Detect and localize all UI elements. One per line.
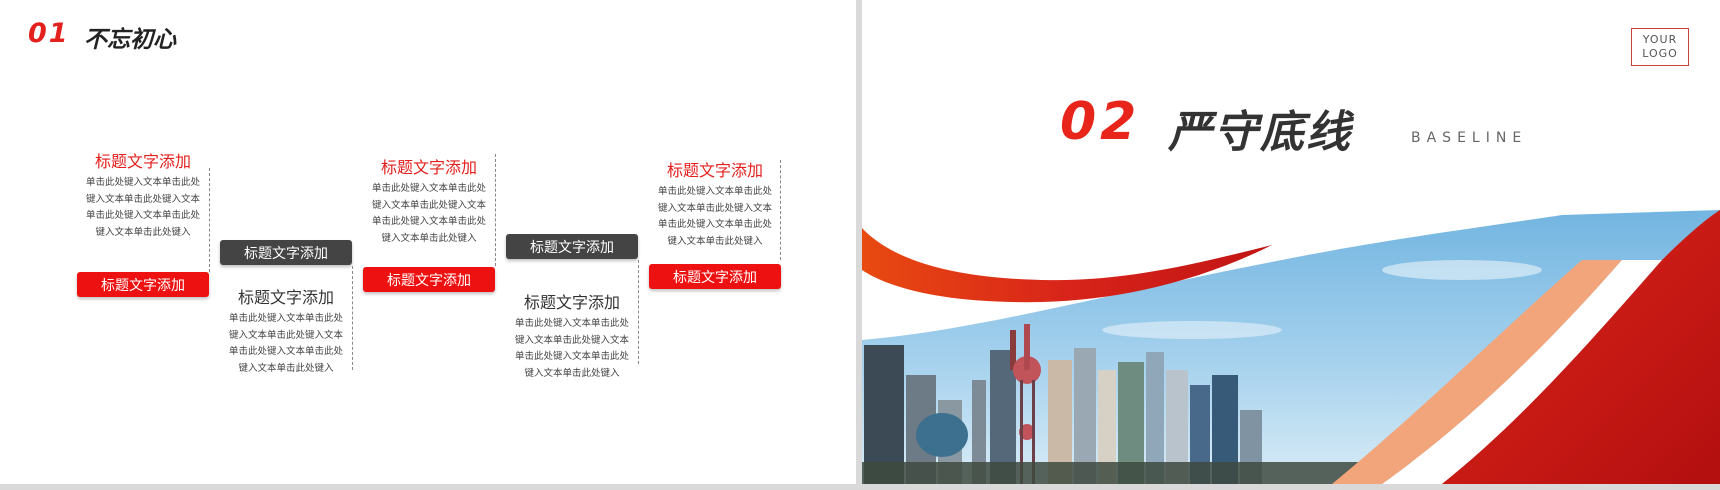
timeline-item-1: 标题文字添加 单击此处键入文本单击此处 键入文本单击此处键入文本 单击此处键入文本… [77, 148, 209, 241]
timeline-item-3: 标题文字添加 单击此处键入文本单击此处 键入文本单击此处键入文本 单击此处键入文本… [363, 154, 495, 247]
slide-hold-the-baseline: YOUR LOGO 02 严守底线 BASELINE [862, 0, 1720, 484]
pill-label-2: 标题文字添加 [220, 240, 352, 265]
pill-label-5: 标题文字添加 [649, 264, 781, 289]
slide-not-forget-original-intention: 01 不忘初心 标题文字添加 单击此处键入文本单击此处 键入文本单击此处键入文本 … [0, 0, 856, 484]
item-heading: 标题文字添加 [94, 152, 191, 171]
section-number: 02 [1060, 92, 1141, 152]
section-number: 01 [28, 18, 70, 49]
skyline-decoration [862, 210, 1720, 484]
city-skyline-image [862, 210, 1720, 484]
dashed-divider [780, 160, 781, 260]
section-title: 不忘初心 [84, 27, 176, 53]
pill-label-4: 标题文字添加 [506, 234, 638, 259]
item-description: 单击此处键入文本单击此处 键入文本单击此处键入文本 单击此处键入文本单击此处 键入文… [228, 313, 343, 374]
item-description: 单击此处键入文本单击此处 键入文本单击此处键入文本 单击此处键入文本单击此处 键入文… [85, 177, 200, 238]
pill-label-3: 标题文字添加 [363, 267, 495, 292]
pill-label-1: 标题文字添加 [77, 272, 209, 297]
item-description: 单击此处键入文本单击此处 键入文本单击此处键入文本 单击此处键入文本单击此处 键入文… [514, 318, 629, 379]
dashed-divider [352, 266, 353, 370]
item-heading: 标题文字添加 [523, 293, 620, 312]
item-heading: 标题文字添加 [237, 288, 334, 307]
dashed-divider [209, 168, 210, 272]
item-description: 单击此处键入文本单击此处 键入文本单击此处键入文本 单击此处键入文本单击此处 键入文… [657, 186, 772, 247]
timeline-item-2: 标题文字添加 单击此处键入文本单击此处 键入文本单击此处键入文本 单击此处键入文本… [220, 284, 352, 377]
section-subtitle: BASELINE [1411, 130, 1528, 146]
item-heading: 标题文字添加 [380, 158, 477, 177]
dashed-divider [638, 260, 639, 364]
timeline-item-5: 标题文字添加 单击此处键入文本单击此处 键入文本单击此处键入文本 单击此处键入文本… [649, 157, 781, 250]
logo-placeholder: YOUR LOGO [1631, 28, 1689, 66]
timeline-item-4: 标题文字添加 单击此处键入文本单击此处 键入文本单击此处键入文本 单击此处键入文本… [506, 289, 638, 382]
item-heading: 标题文字添加 [666, 161, 763, 180]
dashed-divider [495, 154, 496, 266]
item-description: 单击此处键入文本单击此处 键入文本单击此处键入文本 单击此处键入文本单击此处 键入文… [371, 183, 486, 244]
section-title: 严守底线 [1168, 107, 1352, 158]
